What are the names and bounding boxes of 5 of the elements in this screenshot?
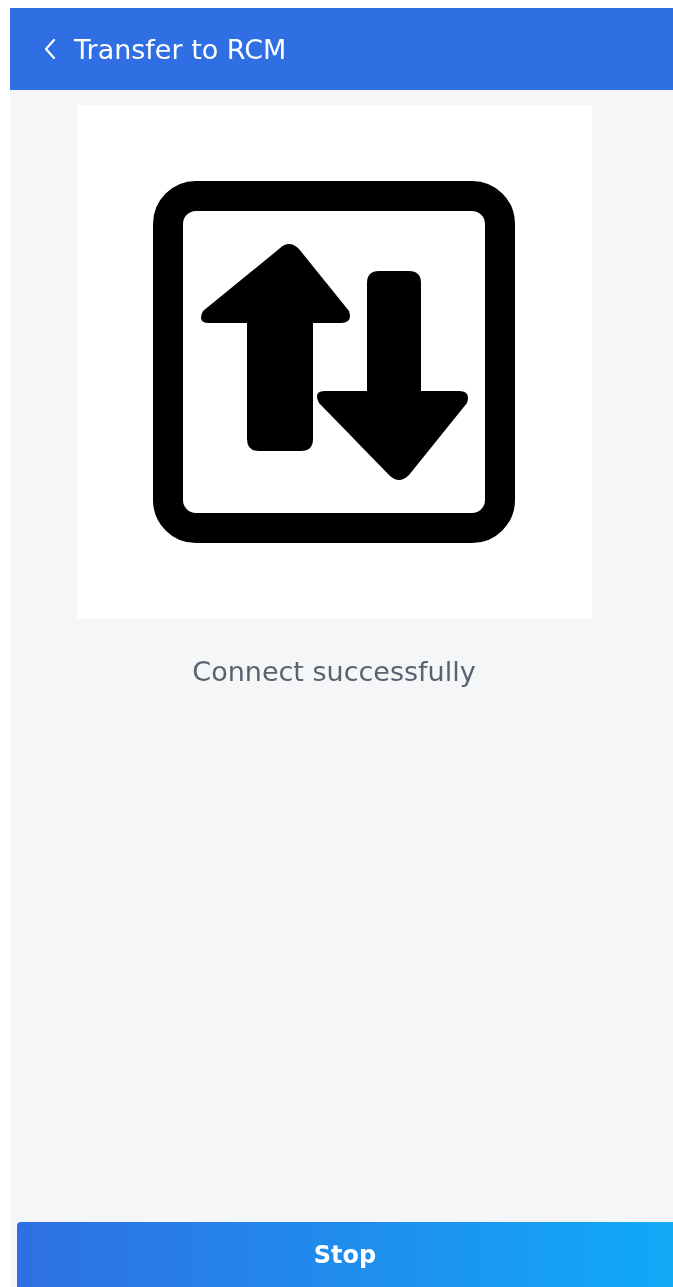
stop-button[interactable]: Stop: [17, 1222, 673, 1287]
header-title: Transfer to RCM: [74, 33, 287, 65]
transfer-arrows-icon: [153, 180, 515, 543]
status-text: Connect successfully: [192, 656, 476, 687]
back-icon[interactable]: [44, 38, 56, 60]
